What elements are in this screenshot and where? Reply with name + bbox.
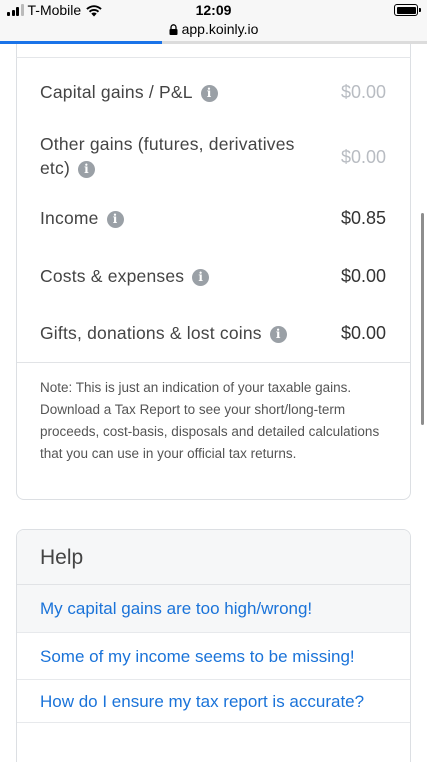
status-bar: T-Mobile 12:09 <box>0 0 427 20</box>
address-bar[interactable]: app.koinly.io <box>0 20 427 42</box>
row-value: $0.00 <box>340 82 386 102</box>
help-title: Help <box>17 530 410 585</box>
tax-note: Note: This is just an indication of your… <box>40 380 380 461</box>
lock-icon <box>169 23 178 35</box>
row-label: Gifts, donations & lost coins <box>40 323 262 343</box>
row-value: $0.00 <box>340 266 386 286</box>
summary-row-other-gains: Other gains (futures, derivatives etc) i … <box>17 132 410 182</box>
row-label: Costs & expenses <box>40 266 185 286</box>
info-icon[interactable]: i <box>200 85 218 102</box>
help-link-capital-gains[interactable]: My capital gains are too high/wrong! <box>17 585 410 633</box>
battery-icon <box>394 4 421 16</box>
summary-row-gifts: Gifts, donations & lost coins i $0.00 <box>17 321 410 345</box>
info-icon[interactable]: i <box>269 326 287 343</box>
info-icon[interactable]: i <box>106 211 124 228</box>
url-text: app.koinly.io <box>181 21 259 37</box>
row-value: $0.00 <box>340 323 386 343</box>
summary-row-capital-gains: Capital gains / P&L i $0.00 <box>17 80 410 104</box>
row-value: $0.00 <box>340 147 386 167</box>
row-label: Capital gains / P&L <box>40 82 193 102</box>
help-link-accurate-report[interactable]: How do I ensure my tax report is accurat… <box>17 680 410 723</box>
scrollbar[interactable] <box>421 213 424 425</box>
summary-row-income: Income i $0.85 <box>17 206 410 230</box>
tax-summary-card: Capital gains / P&L i $0.00 Other gains (… <box>16 58 411 500</box>
help-link-missing-income[interactable]: Some of my income seems to be missing! <box>17 633 410 680</box>
summary-card-top <box>16 44 411 58</box>
divider <box>17 362 410 363</box>
clock: 12:09 <box>195 2 232 18</box>
info-icon[interactable]: i <box>77 161 95 178</box>
row-label: Income <box>40 208 99 228</box>
info-icon[interactable]: i <box>192 269 210 286</box>
row-value: $0.85 <box>340 208 386 228</box>
summary-row-costs: Costs & expenses i $0.00 <box>17 264 410 288</box>
help-card: Help My capital gains are too high/wrong… <box>16 529 411 762</box>
